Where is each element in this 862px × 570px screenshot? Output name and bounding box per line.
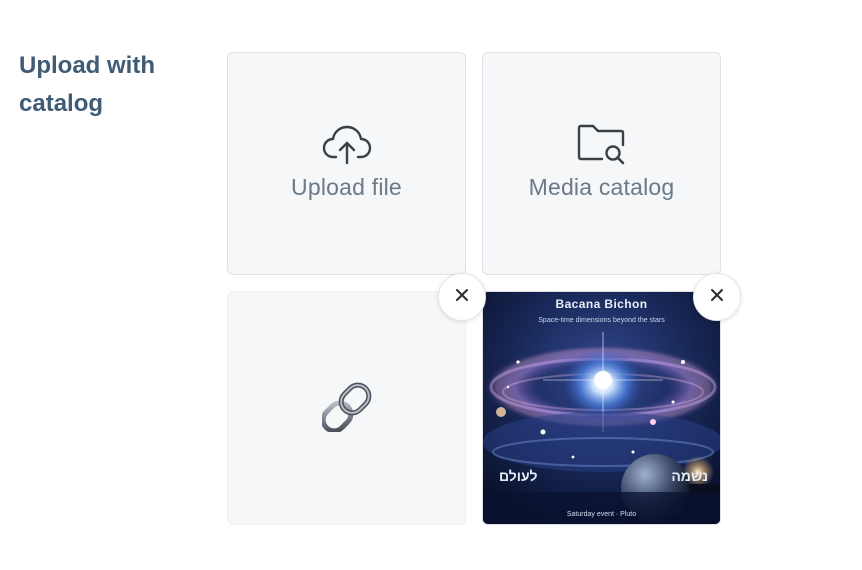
link-chain-icon [320,382,372,437]
poster-title: Bacana Bichon [555,297,648,311]
space-poster-image [483,292,720,524]
upload-file-label: Upload file [291,174,402,200]
cloud-upload-icon [322,123,372,170]
upload-file-button[interactable]: Upload file [227,52,466,275]
poster-right-text: נשמה [671,468,708,484]
link-media-tile[interactable] [227,291,466,525]
poster-left-text: לעולם [499,468,538,484]
image-preview: Bacana Bichon Space-time dimensions beyo… [482,291,721,525]
close-icon [710,288,724,307]
close-icon [455,288,469,307]
media-catalog-button[interactable]: Media catalog [482,52,721,275]
remove-link-button[interactable] [438,273,486,321]
poster-subtitle: Space-time dimensions beyond the stars [538,317,665,324]
field-label: Upload with catalog [19,52,155,117]
folder-search-icon [576,123,628,170]
poster-footer: Saturday event · Pluto [566,511,637,518]
media-catalog-label: Media catalog [528,174,675,200]
remove-image-button[interactable] [693,273,741,321]
